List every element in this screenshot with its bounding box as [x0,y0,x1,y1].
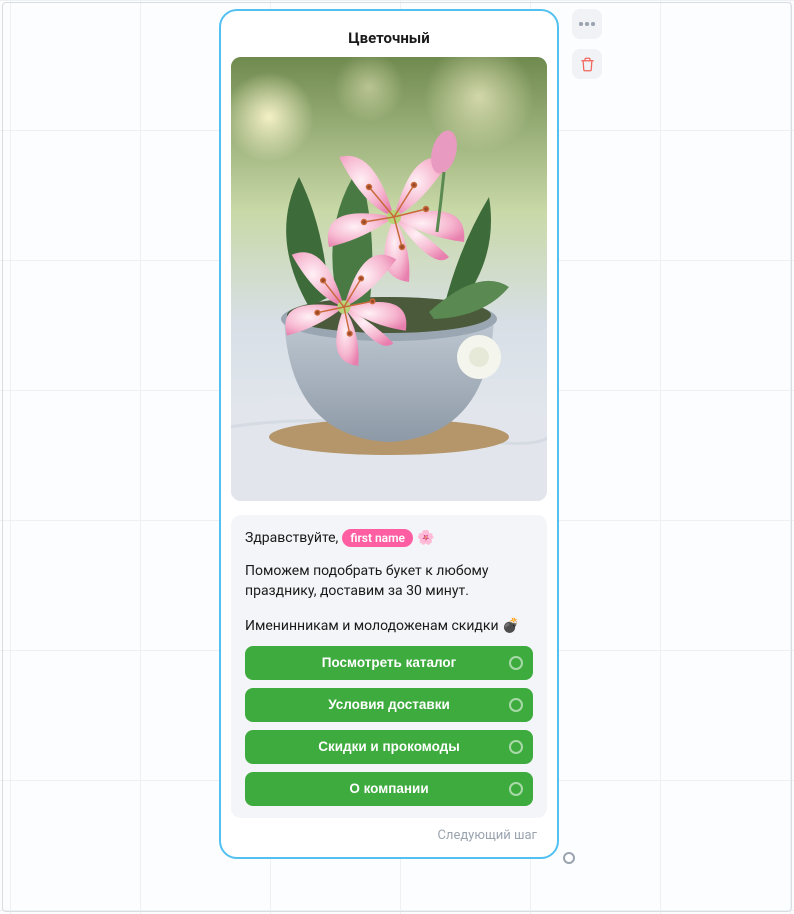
option-button-about[interactable]: О компании [245,772,533,806]
bomb-emoji-icon: 💣 [502,618,519,634]
connector-port-icon[interactable] [509,698,523,712]
next-step-label: Следующий шаг [231,818,547,843]
option-buttons: Посмотреть каталог Условия доставки Скид… [245,646,533,806]
flower-emoji-icon: 🌸 [417,530,434,546]
message-block: Здравствуйте, first name 🌸 Поможем подоб… [231,515,547,818]
option-button-label: Условия доставки [328,697,450,712]
hero-image[interactable] [231,57,547,501]
option-button-delivery[interactable]: Условия доставки [245,688,533,722]
next-step-port-icon[interactable] [563,852,575,864]
bot-step-card[interactable]: Цветочный [219,9,559,859]
message-paragraph-1: Поможем подобрать букет к любому праздни… [245,561,533,602]
option-button-discounts[interactable]: Скидки и прокомоды [245,730,533,764]
card-title: Цветочный [231,21,547,57]
greeting-line: Здравствуйте, first name 🌸 [245,529,533,547]
option-button-label: Посмотреть каталог [322,655,457,670]
more-options-button[interactable] [572,9,602,39]
delete-button[interactable] [572,49,602,79]
option-button-catalog[interactable]: Посмотреть каталог [245,646,533,680]
message-paragraph-2: Именинникам и молодоженам скидки 💣 [245,616,533,636]
connector-port-icon[interactable] [509,656,523,670]
message-paragraph-2-text: Именинникам и молодоженам скидки [245,618,499,634]
card-side-actions [572,9,602,79]
greeting-text: Здравствуйте, [245,530,338,546]
connector-port-icon[interactable] [509,782,523,796]
trash-icon [580,57,595,72]
connector-port-icon[interactable] [509,740,523,754]
ellipsis-icon [579,22,595,26]
option-button-label: О компании [349,781,428,796]
variable-pill-first-name[interactable]: first name [342,529,413,547]
option-button-label: Скидки и прокомоды [318,739,460,754]
